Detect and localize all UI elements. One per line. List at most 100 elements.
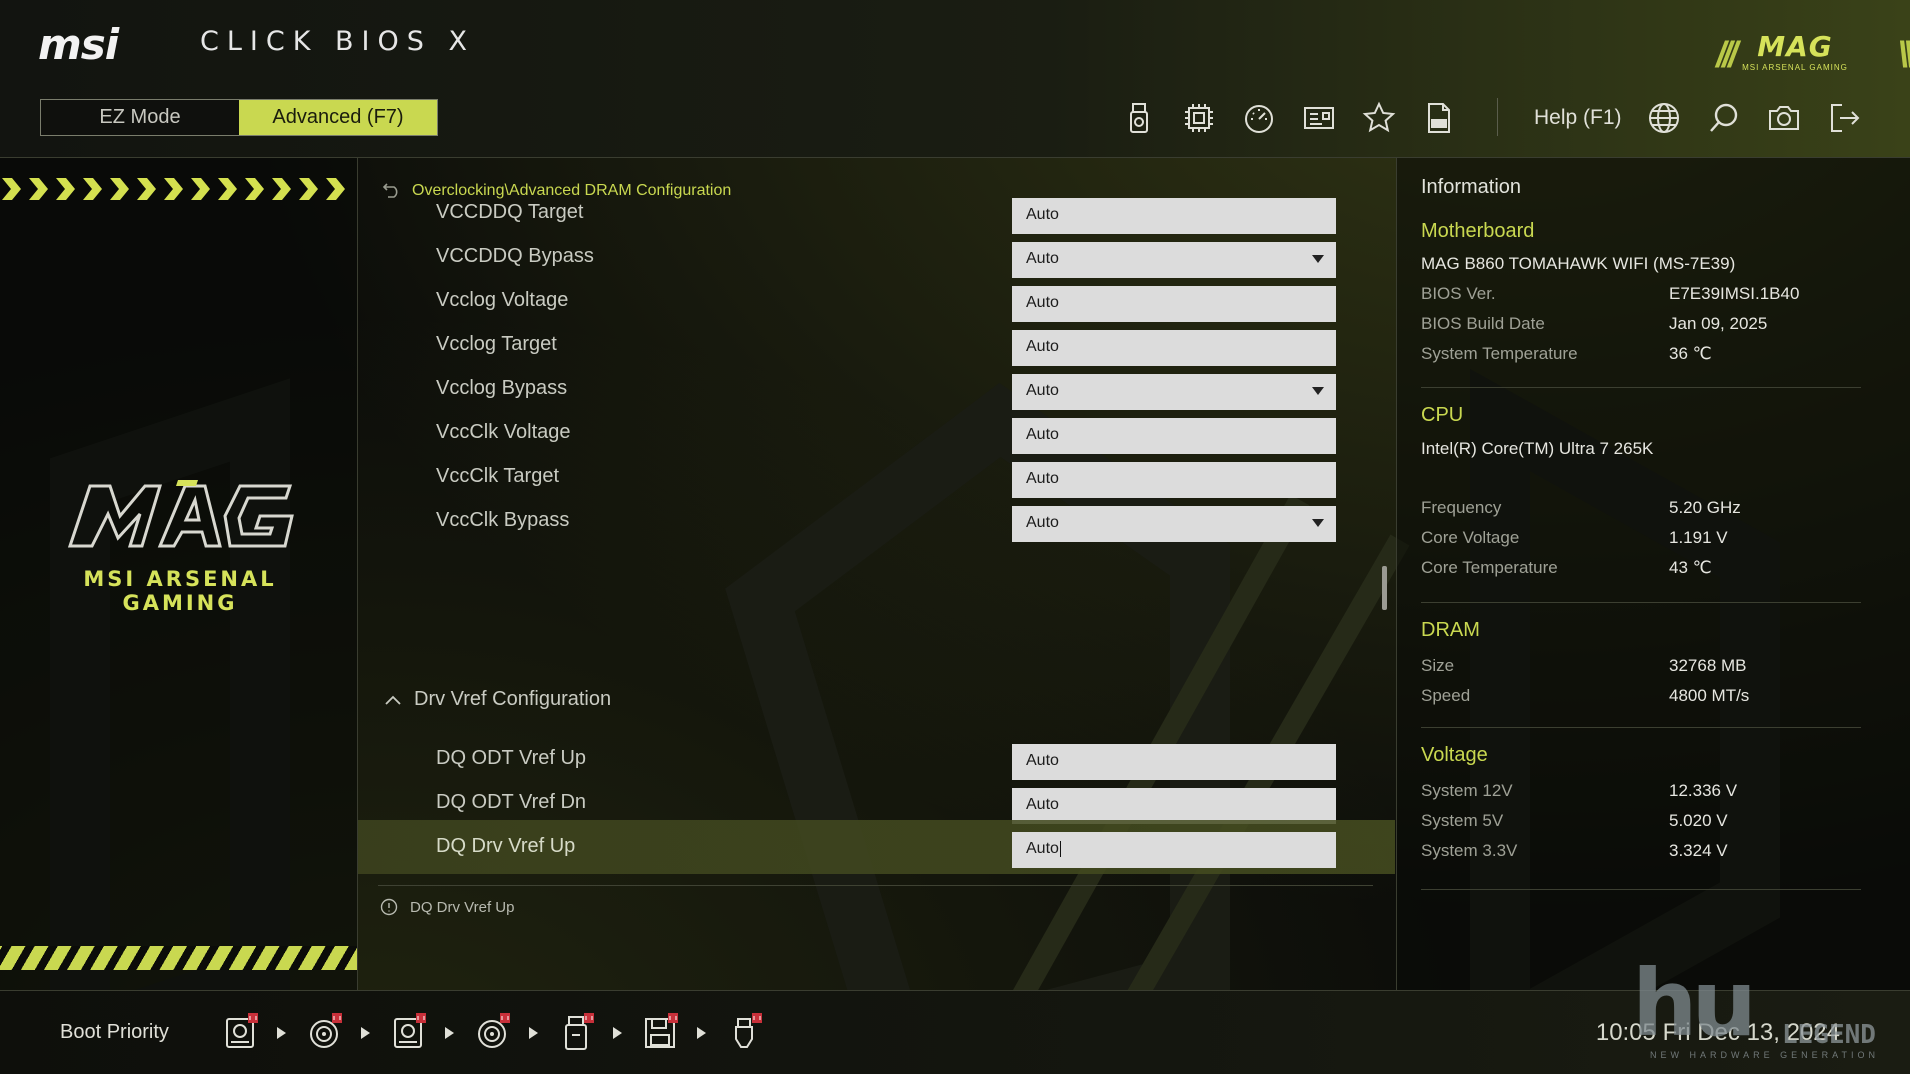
watermark-mark: hu xyxy=(1632,950,1757,1057)
favorites-star-icon[interactable] xyxy=(1357,96,1401,140)
mag-subtitle: MSI ARSENAL GAMING xyxy=(1742,63,1848,72)
setting-row[interactable]: DQ Drv Vref Up Auto xyxy=(358,820,1395,874)
info-value: E7E39IMSI.1B40 xyxy=(1669,284,1800,303)
chevron-right-icon xyxy=(191,178,210,200)
chevron-right-icon xyxy=(56,178,75,200)
search-icon[interactable] xyxy=(1702,96,1746,140)
motherboard-model: MAG B860 TOMAHAWK WIFI (MS-7E39) xyxy=(1421,254,1736,273)
setting-value: Auto xyxy=(1026,250,1059,267)
setting-input[interactable]: Auto xyxy=(1012,198,1336,234)
info-value: 5.20 GHz xyxy=(1669,498,1741,517)
usb-drive-icon[interactable] xyxy=(1117,96,1161,140)
info-key: Speed xyxy=(1421,686,1471,705)
setting-input[interactable]: Auto xyxy=(1012,418,1336,454)
watermark-subtitle: NEW HARDWARE GENERATION xyxy=(1650,1050,1880,1060)
setting-input[interactable]: Auto xyxy=(1012,744,1336,780)
msi-logo: msi xyxy=(38,20,119,69)
cpu-model: Intel(R) Core(TM) Ultra 7 265K xyxy=(1421,439,1654,458)
ez-mode-button[interactable]: EZ Mode xyxy=(41,100,239,135)
cpu-title: CPU xyxy=(1421,404,1464,426)
info-value: 36 ℃ xyxy=(1669,344,1712,363)
mag-logo-large: MSI ARSENAL GAMING xyxy=(40,476,320,615)
setting-value: Auto xyxy=(1026,382,1059,399)
setting-dropdown[interactable]: Auto xyxy=(1012,506,1336,542)
info-separator xyxy=(1421,387,1861,388)
setting-input[interactable]: Auto xyxy=(1012,788,1336,824)
scrollbar-thumb[interactable] xyxy=(1382,566,1387,610)
setting-input[interactable]: Auto xyxy=(1012,286,1336,322)
info-icon xyxy=(380,898,398,916)
dropdown-arrow-icon[interactable] xyxy=(1312,387,1324,395)
footer: Boot Priority 10:05 Fri Dec 13, 2024 xyxy=(0,990,1910,1074)
info-value: 12.336 V xyxy=(1669,781,1738,800)
info-key: BIOS Build Date xyxy=(1421,314,1545,333)
setting-input[interactable]: Auto xyxy=(1012,462,1336,498)
left-decorative-panel: MSI ARSENAL GAMING xyxy=(0,158,358,990)
chevron-up-icon xyxy=(385,695,401,705)
arsenal-gaming-text: MSI ARSENAL GAMING xyxy=(83,567,277,615)
decorative-slashes-right: \\\ xyxy=(1897,34,1910,75)
setting-dropdown[interactable]: Auto xyxy=(1012,242,1336,278)
boot-order-arrow-icon xyxy=(697,1027,706,1039)
information-title: Information xyxy=(1421,176,1522,198)
chevron-right-icon xyxy=(218,178,237,200)
setting-value: Auto xyxy=(1026,514,1059,531)
dropdown-arrow-icon[interactable] xyxy=(1312,519,1324,527)
setting-row[interactable]: VccClk Bypass Auto xyxy=(358,494,1395,548)
setting-value: Auto xyxy=(1026,840,1059,857)
information-panel: Information Motherboard MAG B860 TOMAHAW… xyxy=(1396,158,1910,990)
setting-value: Auto xyxy=(1026,426,1059,443)
help-divider xyxy=(378,885,1373,886)
toolbar: Help (F1) xyxy=(1010,96,1910,140)
cpu-chip-icon[interactable] xyxy=(1177,96,1221,140)
hardware-monitor-icon[interactable] xyxy=(1297,96,1341,140)
language-globe-icon[interactable] xyxy=(1642,96,1686,140)
toolbar-separator xyxy=(1497,98,1498,136)
advanced-mode-button[interactable]: Advanced (F7) xyxy=(239,100,437,135)
dropdown-arrow-icon[interactable] xyxy=(1312,255,1324,263)
setting-label: DQ ODT Vref Dn xyxy=(436,791,587,813)
optical-disc-icon[interactable] xyxy=(472,1013,512,1053)
boot-order-arrow-icon xyxy=(445,1027,454,1039)
setting-value: Auto xyxy=(1026,752,1059,769)
dram-title: DRAM xyxy=(1421,619,1480,641)
usb-stick-icon[interactable] xyxy=(724,1013,764,1053)
setting-label: VccClk Target xyxy=(436,465,560,487)
info-key: Core Temperature xyxy=(1421,558,1558,577)
optical-disc-icon[interactable] xyxy=(304,1013,344,1053)
info-value: 32768 MB xyxy=(1669,656,1747,675)
usb-drive-icon[interactable] xyxy=(556,1013,596,1053)
info-value: 43 ℃ xyxy=(1669,558,1712,577)
section-drv-vref-configuration[interactable]: Drv Vref Configuration xyxy=(384,688,611,711)
setting-value: Auto xyxy=(1026,470,1059,487)
mag-mark: MAG xyxy=(1757,30,1833,63)
setting-value: Auto xyxy=(1026,338,1059,355)
chevron-right-icon xyxy=(83,178,102,200)
hdd-icon[interactable] xyxy=(220,1013,260,1053)
setting-label: VccClk Voltage xyxy=(436,421,571,443)
setting-dropdown[interactable]: Auto xyxy=(1012,374,1336,410)
boot-priority-label: Boot Priority xyxy=(60,1021,169,1043)
floppy-icon[interactable] xyxy=(640,1013,680,1053)
settings-panel: Overclocking\Advanced DRAM Configuration… xyxy=(358,158,1395,990)
chevron-strip xyxy=(0,176,357,202)
info-key: BIOS Ver. xyxy=(1421,284,1496,303)
info-separator xyxy=(1421,727,1861,728)
info-key: System 3.3V xyxy=(1421,841,1518,860)
screenshot-camera-icon[interactable] xyxy=(1762,96,1806,140)
info-value: 1.191 V xyxy=(1669,528,1728,547)
help-button[interactable]: Help (F1) xyxy=(1534,106,1622,130)
info-value: 4800 MT/s xyxy=(1669,686,1750,705)
exit-icon[interactable] xyxy=(1822,96,1866,140)
hdd-icon[interactable] xyxy=(388,1013,428,1053)
boot-order-arrow-icon xyxy=(529,1027,538,1039)
chevron-right-icon xyxy=(245,178,264,200)
info-value: 3.324 V xyxy=(1669,841,1728,860)
setting-input[interactable]: Auto xyxy=(1012,330,1336,366)
speedometer-icon[interactable] xyxy=(1237,96,1281,140)
log-file-icon[interactable] xyxy=(1417,96,1461,140)
decorative-slashes-left: /// xyxy=(1715,34,1738,75)
chevron-right-icon xyxy=(2,178,21,200)
setting-input[interactable]: Auto xyxy=(1012,832,1336,868)
boot-order-arrow-icon xyxy=(361,1027,370,1039)
